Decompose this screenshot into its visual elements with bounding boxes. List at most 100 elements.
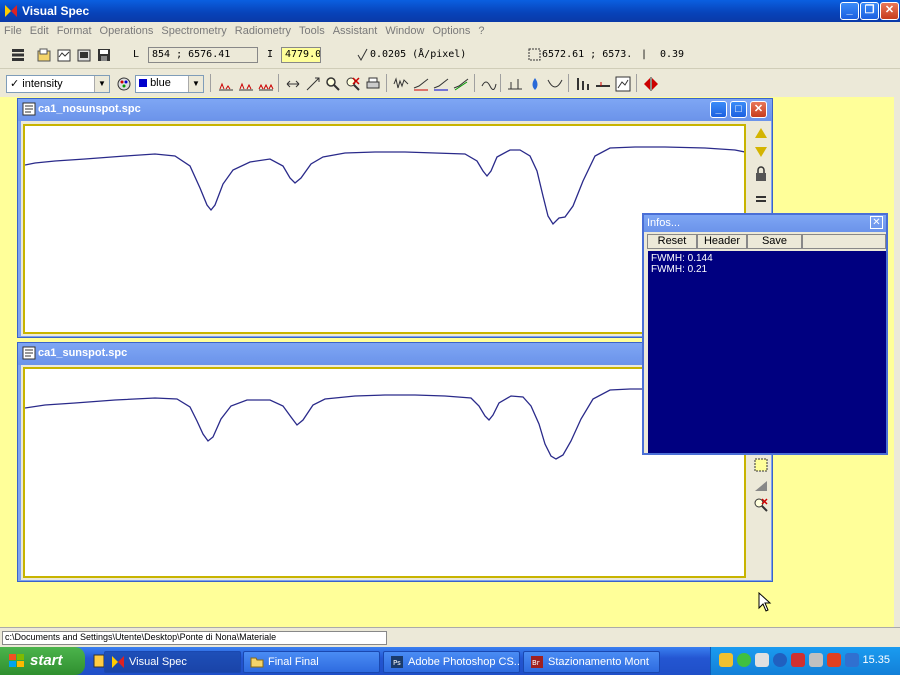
dispersion-readout: 0.0205 (Å/pixel) <box>370 49 467 60</box>
open-spectrum-icon[interactable] <box>56 47 72 63</box>
tray-app-icon[interactable] <box>719 653 733 667</box>
tray-monitor-icon[interactable] <box>755 653 769 667</box>
toolbar-display: ✓ intensity ▼ blue ▼ <box>0 70 900 97</box>
svg-text:Br: Br <box>532 659 540 667</box>
gaussian-fit-icon[interactable] <box>547 76 563 92</box>
spectrum-line-4-icon[interactable] <box>453 76 469 92</box>
system-tray: 15.35 <box>710 647 900 675</box>
quantity-select[interactable]: ✓ intensity ▼ <box>6 75 110 93</box>
chevron-down-icon[interactable]: ▼ <box>188 76 203 92</box>
spectrum-line-1-icon[interactable] <box>393 76 409 92</box>
menu-tools[interactable]: Tools <box>295 22 329 40</box>
save-icon[interactable] <box>96 47 112 63</box>
continuum-icon[interactable] <box>481 76 497 92</box>
start-button[interactable]: start <box>0 647 85 675</box>
infos-title: Infos... <box>647 217 681 229</box>
peak-tool-2-icon[interactable] <box>238 77 254 93</box>
split-icon[interactable] <box>643 76 659 92</box>
rescale-icon[interactable] <box>305 76 321 92</box>
menu-operations[interactable]: Operations <box>96 22 158 40</box>
menu-options[interactable]: Options <box>428 22 474 40</box>
spectrum-doc-icon <box>22 346 36 360</box>
open-file-icon[interactable] <box>36 47 52 63</box>
spectrum-line <box>24 388 642 460</box>
zoom-cancel-icon[interactable] <box>345 76 361 92</box>
spectrum-svg <box>24 146 746 226</box>
child-minimize-button[interactable]: _ <box>710 101 727 118</box>
restore-button[interactable]: ❐ <box>860 2 879 20</box>
task-label: Visual Spec <box>129 656 187 668</box>
svg-text:Ps: Ps <box>393 659 401 667</box>
toolbar-main: L 854 ; 6576.41 I 4779.0 0.0205 (Å/pixel… <box>0 41 900 69</box>
visual-spec-task-icon <box>112 656 124 668</box>
task-photoshop[interactable]: Ps Adobe Photoshop CS... <box>383 651 520 673</box>
close-button[interactable]: ✕ <box>880 2 899 20</box>
infos-reset-button[interactable]: Reset <box>647 234 697 249</box>
spectrum-plot[interactable] <box>23 367 746 578</box>
chevron-down-icon[interactable]: ▼ <box>94 76 109 92</box>
infos-line: FWMH: 0.144 <box>651 253 713 264</box>
color-select[interactable]: blue ▼ <box>135 75 204 93</box>
stack-icon[interactable] <box>10 47 26 63</box>
infos-close-button[interactable]: ✕ <box>870 216 883 229</box>
task-label: Stazionamento Mont <box>548 656 649 668</box>
mouse-cursor-icon <box>758 592 772 612</box>
windows-logo-icon <box>9 654 24 667</box>
child-close-button[interactable]: ✕ <box>750 101 767 118</box>
peak-tool-1-icon[interactable] <box>218 77 234 93</box>
zoom-reset-icon[interactable] <box>753 497 769 513</box>
axis-arrows-icon[interactable] <box>285 76 301 92</box>
peak-tool-3-icon[interactable] <box>258 77 274 93</box>
task-visual-spec[interactable]: Visual Spec <box>104 651 241 673</box>
minimize-button[interactable]: _ <box>840 2 859 20</box>
menu-spectrometry[interactable]: Spectrometry <box>157 22 230 40</box>
flat-line-icon[interactable] <box>595 76 611 92</box>
menu-assistant[interactable]: Assistant <box>329 22 382 40</box>
task-bridge[interactable]: Br Stazionamento Mont <box>523 651 660 673</box>
gradient-icon[interactable] <box>753 477 769 493</box>
tray-volume-icon[interactable] <box>809 653 823 667</box>
menu-radiometry[interactable]: Radiometry <box>231 22 295 40</box>
tray-security-icon[interactable] <box>773 653 787 667</box>
scroll-down-icon[interactable] <box>753 143 769 159</box>
task-label: Final Final <box>268 656 319 668</box>
scroll-up-icon[interactable] <box>753 126 769 142</box>
tray-acrobat-icon[interactable] <box>827 653 841 667</box>
select-region-icon[interactable] <box>753 457 769 473</box>
child-maximize-button[interactable]: □ <box>730 101 747 118</box>
drop-icon[interactable] <box>527 76 543 92</box>
clock: 15.35 <box>862 654 890 666</box>
zoom-icon[interactable] <box>325 76 341 92</box>
infos-line: FWMH: 0.21 <box>651 264 708 275</box>
spectrum-line <box>24 146 746 226</box>
intensity-readout: 4779.0 <box>281 47 321 63</box>
measure-icon[interactable] <box>507 76 523 92</box>
lock-icon[interactable] <box>753 166 769 182</box>
equal-icon[interactable] <box>753 191 769 207</box>
tray-alert-icon[interactable] <box>791 653 805 667</box>
bars-icon[interactable] <box>575 76 591 92</box>
selection-icon <box>528 48 541 61</box>
spectrum-line-2-icon[interactable] <box>413 76 429 92</box>
tray-display-icon[interactable] <box>845 653 859 667</box>
graph-window-icon[interactable] <box>615 76 631 92</box>
spectrum-line-3-icon[interactable] <box>433 76 449 92</box>
tray-network-icon[interactable] <box>737 653 751 667</box>
spectrum-plot[interactable] <box>23 124 746 334</box>
palette-icon[interactable] <box>116 76 132 92</box>
infos-list: FWMH: 0.144 FWMH: 0.21 <box>648 251 886 453</box>
menu-format[interactable]: Format <box>53 22 96 40</box>
infos-header-button[interactable]: Header <box>697 234 747 249</box>
lambda-readout: 854 ; 6576.41 <box>148 47 258 63</box>
menu-edit[interactable]: Edit <box>26 22 53 40</box>
infos-window[interactable]: Infos... ✕ Reset Header Save FWMH: 0.144… <box>642 213 888 455</box>
print-icon[interactable] <box>365 76 381 92</box>
infos-save-button[interactable]: Save <box>747 234 802 249</box>
menu-file[interactable]: File <box>0 22 26 40</box>
task-final-final[interactable]: Final Final <box>243 651 380 673</box>
infos-titlebar: Infos... ✕ <box>644 215 886 232</box>
import-icon[interactable] <box>76 47 92 63</box>
menu-window[interactable]: Window <box>381 22 428 40</box>
menu-help[interactable]: ? <box>474 22 488 40</box>
color-select-value: blue <box>150 77 171 89</box>
